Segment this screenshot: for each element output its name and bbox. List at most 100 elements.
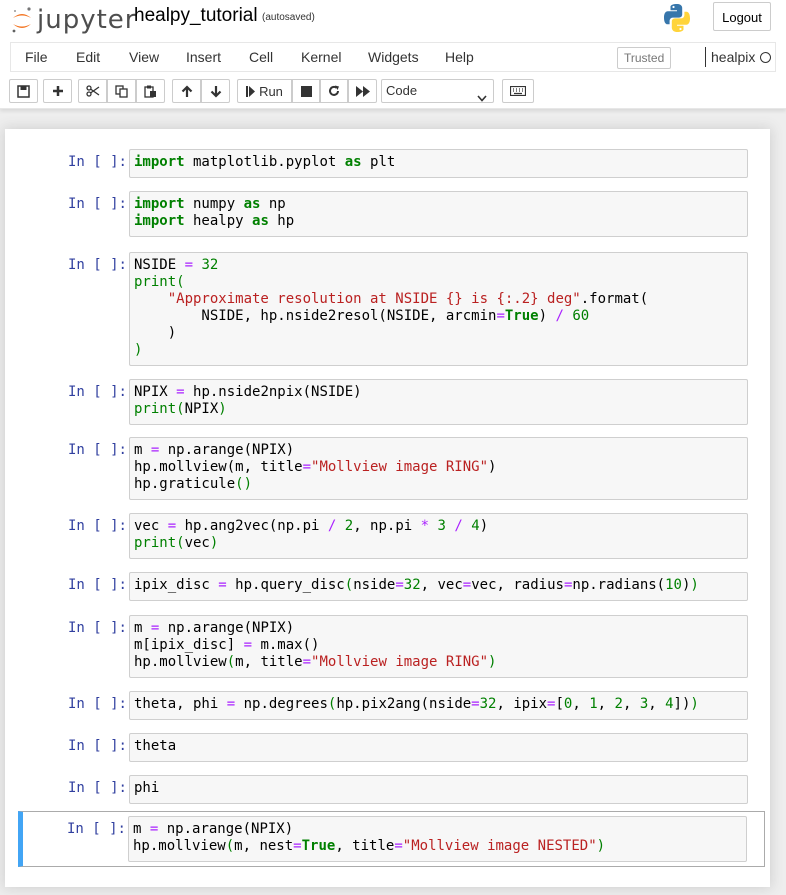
code-line: print( xyxy=(134,274,743,291)
code-cell[interactable]: In [ ]: import matplotlib.pyplot as plt xyxy=(19,149,760,178)
code-token: 32 xyxy=(479,696,497,712)
code-token: 32 xyxy=(403,577,421,593)
code-token: np.degrees xyxy=(235,696,328,712)
code-token: numpy xyxy=(184,196,244,212)
code-token: theta xyxy=(134,738,177,754)
code-token: hp.mollview xyxy=(134,654,227,670)
input-prompt: In [ ]: xyxy=(67,518,127,534)
code-input[interactable]: ipix_disc = hp.query_disc(nside=32, vec=… xyxy=(129,572,748,601)
copy-button[interactable] xyxy=(107,79,136,103)
code-token: , xyxy=(572,696,590,712)
menu-widgets[interactable]: Widgets xyxy=(368,49,419,65)
run-label: Run xyxy=(259,83,283,99)
code-token: np.radians( xyxy=(572,577,666,593)
move-down-button[interactable] xyxy=(201,79,230,103)
code-token: = xyxy=(395,577,404,593)
code-token: 3 xyxy=(639,696,649,712)
input-prompt: In [ ]: xyxy=(67,384,127,400)
copy-icon xyxy=(115,84,128,98)
code-line: vec = hp.ang2vec(np.pi / 2, np.pi * 3 / … xyxy=(134,518,743,535)
code-token: NPIX xyxy=(134,384,177,400)
jupyter-logo[interactable]: jupyter xyxy=(11,3,136,37)
code-token: 4 xyxy=(471,518,480,534)
trusted-indicator[interactable]: Trusted xyxy=(617,47,672,69)
code-cell[interactable]: In [ ]: theta, phi = np.degrees(hp.pix2an… xyxy=(19,691,760,720)
code-input[interactable]: phi xyxy=(129,775,748,804)
code-token: "Mollview image RING" xyxy=(311,654,489,670)
code-input[interactable]: NPIX = hp.nside2npix(NSIDE) print(NPIX) xyxy=(129,379,748,425)
input-prompt: In [ ]: xyxy=(66,821,126,837)
code-line: print(vec) xyxy=(134,535,743,552)
code-token: = xyxy=(243,637,253,653)
code-token: ipix_disc xyxy=(134,577,219,593)
code-token: () xyxy=(235,476,253,492)
menu-file[interactable]: File xyxy=(25,49,48,65)
code-input[interactable]: theta, phi = np.degrees(hp.pix2ang(nside… xyxy=(129,691,748,720)
code-cell[interactable]: In [ ]: NPIX = hp.nside2npix(NSIDE) print(… xyxy=(19,379,760,425)
menu-view[interactable]: View xyxy=(129,49,159,65)
code-token: , np.pi xyxy=(353,518,421,534)
code-input[interactable]: NSIDE = 32 print( "Approximate resolution… xyxy=(129,252,748,366)
restart-run-all-button[interactable] xyxy=(348,79,377,103)
code-token: hp.pix2ang(nside xyxy=(336,696,472,712)
code-line: "Approximate resolution at NSIDE {} is {… xyxy=(134,291,743,308)
code-token: , xyxy=(622,696,640,712)
code-token: import xyxy=(134,154,185,170)
command-palette-button[interactable] xyxy=(502,79,534,103)
interrupt-button[interactable] xyxy=(292,79,320,103)
code-token: ) xyxy=(488,654,497,670)
code-token: ( xyxy=(344,577,354,593)
code-cell[interactable]: In [ ]: phi xyxy=(19,775,760,804)
code-input[interactable]: vec = hp.ang2vec(np.pi / 2, np.pi * 3 / … xyxy=(129,513,748,559)
code-token: hp.mollview(m, title xyxy=(134,459,303,475)
code-token: print( xyxy=(134,535,185,551)
code-input[interactable]: m = np.arange(NPIX) m[ipix_disc] = m.max(… xyxy=(129,615,748,678)
code-input[interactable]: import numpy as np import healpy as hp xyxy=(129,191,748,237)
code-token: hp.mollview xyxy=(133,838,226,854)
run-button[interactable]: Run xyxy=(237,79,292,103)
code-input[interactable]: theta xyxy=(129,733,748,762)
insert-cell-button[interactable] xyxy=(43,79,72,103)
save-button[interactable] xyxy=(9,79,38,103)
cell-type-value: Code xyxy=(386,83,418,98)
menu-insert[interactable]: Insert xyxy=(186,49,221,65)
arrow-down-icon xyxy=(210,85,222,98)
code-cell[interactable]: In [ ]: theta xyxy=(19,733,760,762)
save-icon xyxy=(17,84,30,98)
code-cell[interactable]: In [ ]: vec = hp.ang2vec(np.pi / 2, np.pi… xyxy=(19,513,760,559)
kernel-name[interactable]: healpix xyxy=(711,49,755,65)
menu-kernel[interactable]: Kernel xyxy=(301,49,341,65)
code-input[interactable]: m = np.arange(NPIX) hp.mollview(m, title=… xyxy=(129,437,748,500)
code-token: True xyxy=(504,308,539,324)
code-cell[interactable]: In [ ]: m = np.arange(NPIX) m[ipix_disc] =… xyxy=(19,615,760,678)
code-token: hp xyxy=(268,213,295,229)
input-prompt: In [ ]: xyxy=(67,154,127,170)
notebook-name[interactable]: healpy_tutorial xyxy=(134,5,258,27)
restart-kernel-button[interactable] xyxy=(320,79,348,103)
cell-type-select[interactable]: Code xyxy=(381,79,494,103)
move-up-button[interactable] xyxy=(172,79,201,103)
code-token: , vec xyxy=(420,577,463,593)
menu-help[interactable]: Help xyxy=(445,49,474,65)
code-cell[interactable]: In [ ]: NSIDE = 32 print( "Approximate res… xyxy=(19,252,760,366)
paste-button[interactable] xyxy=(136,79,165,103)
code-input[interactable]: import matplotlib.pyplot as plt xyxy=(129,149,748,178)
menu-cell[interactable]: Cell xyxy=(249,49,273,65)
menu-edit[interactable]: Edit xyxy=(76,49,100,65)
code-cell[interactable]: In [ ]: m = np.arange(NPIX) hp.mollview(m,… xyxy=(19,437,760,500)
code-line: m = np.arange(NPIX) xyxy=(134,620,743,637)
code-input[interactable]: m = np.arange(NPIX) hp.mollview(m, nest=T… xyxy=(128,816,747,862)
code-token: print( xyxy=(134,401,185,417)
code-line: m[ipix_disc] = m.max() xyxy=(134,637,743,654)
logout-button[interactable]: Logout xyxy=(713,2,771,31)
code-cell[interactable]: In [ ]: ipix_disc = hp.query_disc(nside=3… xyxy=(19,572,760,601)
code-cell[interactable]: In [ ]: import numpy as np import healpy a… xyxy=(19,191,760,237)
chevron-down-icon xyxy=(477,87,487,109)
input-prompt: In [ ]: xyxy=(67,577,127,593)
code-cell[interactable]: In [ ]: m = np.arange(NPIX) hp.mollview(m,… xyxy=(18,811,765,867)
code-token: 10 xyxy=(665,577,682,593)
code-token: True xyxy=(301,838,336,854)
code-line: import numpy as np xyxy=(134,196,743,213)
code-token: m[ipix_disc] xyxy=(134,637,244,653)
cut-button[interactable] xyxy=(78,79,107,103)
